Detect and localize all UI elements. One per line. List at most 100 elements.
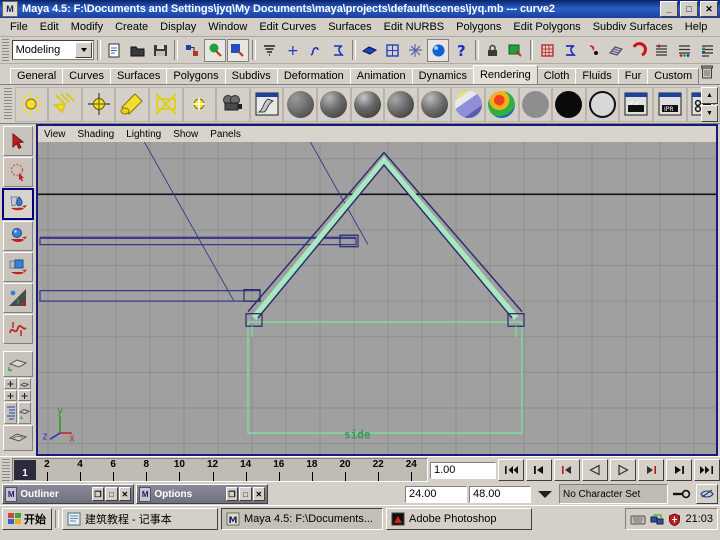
layer-editor-button[interactable] xyxy=(673,38,696,62)
close-button[interactable]: ✕ xyxy=(700,1,718,17)
select-hierarchy-button[interactable] xyxy=(181,38,204,62)
shelf-tab-deformation[interactable]: Deformation xyxy=(276,68,351,84)
shelf-item-surface-shader[interactable] xyxy=(518,86,553,122)
menu-file[interactable]: File xyxy=(4,20,34,34)
shelf-item-blinn[interactable] xyxy=(317,86,351,122)
menu-edit-polygons[interactable]: Edit Polygons xyxy=(507,20,586,34)
shelf-item-ipr-render[interactable]: IPR xyxy=(652,86,687,122)
options-close-button[interactable]: ✕ xyxy=(252,487,266,501)
panel-menu-view[interactable]: View xyxy=(44,129,66,140)
range-start-field[interactable]: 24.00 xyxy=(405,485,467,503)
outliner-window[interactable]: M Outliner ❐ □ ✕ xyxy=(2,484,134,504)
select-tool[interactable] xyxy=(3,126,33,156)
character-set-dropdown-arrow[interactable] xyxy=(533,489,557,499)
shelf-item-volume-light[interactable] xyxy=(182,86,217,122)
select-by-render-button[interactable] xyxy=(504,38,527,62)
quad-cell-2[interactable] xyxy=(18,378,31,389)
chevron-down-icon[interactable] xyxy=(75,42,93,58)
step-forward-frame-button[interactable] xyxy=(638,459,664,481)
shelf-item-render-view[interactable] xyxy=(249,86,284,122)
step-back-keyframe-button[interactable] xyxy=(526,459,552,481)
shelf-tab-fur[interactable]: Fur xyxy=(617,68,649,84)
shelf-item-area-light[interactable] xyxy=(149,86,183,122)
quad-cell-1[interactable] xyxy=(4,378,17,389)
outliner-maximize-button[interactable]: □ xyxy=(105,487,118,501)
lasso-tool[interactable] xyxy=(3,157,33,187)
shelf-tab-general[interactable]: General xyxy=(10,68,64,84)
current-frame-indicator[interactable]: 1 xyxy=(14,460,36,480)
time-slider-gripper[interactable] xyxy=(2,459,10,481)
menu-help[interactable]: Help xyxy=(679,20,714,34)
render-globals-status-button[interactable] xyxy=(427,38,450,62)
snap-align-button[interactable] xyxy=(258,38,281,62)
shelf-item-lambert[interactable] xyxy=(283,86,317,122)
shelf-tab-animation[interactable]: Animation xyxy=(349,68,413,84)
network-icon[interactable] xyxy=(650,513,664,526)
shelf-tab-subdivs[interactable]: Subdivs xyxy=(224,68,278,84)
play-backwards-button[interactable] xyxy=(582,459,608,481)
shelf-tab-curves[interactable]: Curves xyxy=(62,68,111,84)
menu-edit[interactable]: Edit xyxy=(34,20,65,34)
shelf-gripper[interactable] xyxy=(4,88,12,120)
universal-manipulator[interactable] xyxy=(3,283,33,313)
range-end-field[interactable]: 48.00 xyxy=(469,485,531,503)
uv-texture-button[interactable] xyxy=(604,38,627,62)
step-forward-keyframe-button[interactable] xyxy=(666,459,692,481)
character-set-field[interactable]: No Character Set xyxy=(559,484,668,504)
select-component-button[interactable] xyxy=(226,38,249,62)
menu-subdiv-surfaces[interactable]: Subdiv Surfaces xyxy=(587,20,679,34)
time-slider[interactable]: 1 2 4 6 8 10 12 14 16 18 20 22 24 xyxy=(12,458,428,482)
shelf-item-camera[interactable] xyxy=(216,86,250,122)
hypergraph-layout[interactable] xyxy=(3,425,33,451)
go-to-start-button[interactable] xyxy=(498,459,524,481)
magnet-button[interactable] xyxy=(627,38,650,62)
shelf-item-ramp-shader[interactable] xyxy=(451,86,485,122)
current-time-field[interactable]: 1.00 xyxy=(430,461,496,479)
shelf-item-use-background[interactable] xyxy=(552,86,586,122)
quad-cell-4[interactable] xyxy=(18,390,31,401)
status-line-gripper[interactable] xyxy=(2,39,9,61)
shelf-item-render-current-frame[interactable] xyxy=(619,86,653,122)
shelf-scroll-down-button[interactable]: ▼ xyxy=(701,105,718,122)
auto-keyframe-button[interactable] xyxy=(670,488,694,500)
taskbar-item-notepad[interactable]: 建筑教程 - 记事本 xyxy=(62,508,218,530)
attribute-editor-button[interactable] xyxy=(536,38,559,62)
snap-to-point-button[interactable] xyxy=(582,38,604,62)
shelf-item-spot-light[interactable] xyxy=(115,86,150,122)
select-object-button[interactable] xyxy=(204,38,226,62)
four-view-layout[interactable] xyxy=(4,378,32,401)
construction-plane-button[interactable] xyxy=(358,38,381,62)
panel-menu-panels[interactable]: Panels xyxy=(210,129,241,140)
shelf-tab-rendering[interactable]: Rendering xyxy=(472,65,538,84)
shelf-tab-polygons[interactable]: Polygons xyxy=(166,68,226,84)
play-forwards-button[interactable] xyxy=(610,459,636,481)
attribute-panel-button[interactable] xyxy=(696,38,719,62)
keyboard-icon[interactable] xyxy=(630,513,646,526)
shelf-item-ambient-light[interactable] xyxy=(14,86,49,122)
menu-polygons[interactable]: Polygons xyxy=(450,20,507,34)
menu-edit-nurbs[interactable]: Edit NURBS xyxy=(378,20,451,34)
menu-edit-curves[interactable]: Edit Curves xyxy=(253,20,322,34)
step-back-frame-button[interactable] xyxy=(554,459,580,481)
paint-effects-button[interactable] xyxy=(404,38,427,62)
snap-grid-button[interactable]: + xyxy=(281,38,304,62)
maximize-button[interactable]: □ xyxy=(680,1,698,17)
shelf-item-anisotropic[interactable] xyxy=(417,86,452,122)
lock-button[interactable] xyxy=(481,38,504,62)
single-perspective-layout[interactable] xyxy=(3,351,33,377)
make-live-button[interactable] xyxy=(381,38,404,62)
panel-menu-show[interactable]: Show xyxy=(173,129,198,140)
move-tool[interactable] xyxy=(2,188,34,220)
quad-cell-3[interactable] xyxy=(4,390,17,401)
shield-icon[interactable] xyxy=(668,512,681,526)
open-scene-button[interactable] xyxy=(126,38,149,62)
scale-tool[interactable] xyxy=(3,252,33,282)
taskbar-item-photoshop[interactable]: Adobe Photoshop xyxy=(386,508,532,530)
shelf-item-phong-e[interactable] xyxy=(384,86,418,122)
shelf-item-point-light[interactable] xyxy=(81,86,116,122)
panel-menu-lighting[interactable]: Lighting xyxy=(126,129,161,140)
side-view-viewport[interactable]: y x z side xyxy=(38,142,716,454)
trash-icon[interactable] xyxy=(700,64,714,83)
new-scene-button[interactable] xyxy=(103,38,126,62)
shelf-tab-custom[interactable]: Custom xyxy=(647,68,700,84)
